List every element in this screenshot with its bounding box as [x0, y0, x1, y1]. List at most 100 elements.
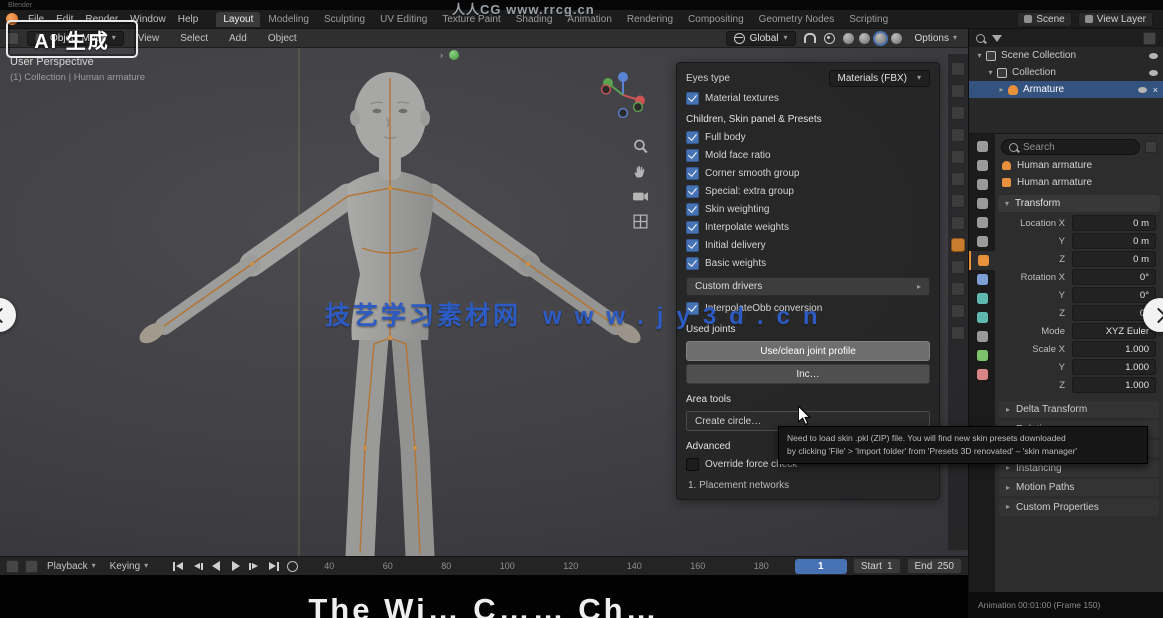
section-delta-transform[interactable]: ▸Delta Transform [999, 401, 1159, 418]
side-strip-icon[interactable] [951, 150, 965, 164]
disclosure-triangle-icon[interactable]: ▸ [995, 85, 1008, 94]
current-frame-field[interactable]: 1 [795, 559, 847, 574]
panel-button-use-clean-joint-profile[interactable]: Use/clean joint profile [686, 341, 930, 361]
filter-options-icon[interactable] [1145, 141, 1157, 153]
tab-rendering[interactable]: Rendering [620, 12, 680, 27]
panel-checkbox-corner-smooth-group[interactable]: Corner smooth group [677, 164, 939, 182]
checkbox-icon[interactable] [686, 203, 699, 216]
side-strip-icon[interactable] [951, 326, 965, 340]
field-value[interactable]: 1.000 [1072, 341, 1156, 357]
play-button[interactable] [228, 560, 243, 572]
tab-scripting[interactable]: Scripting [842, 12, 895, 27]
properties-tab-modifiers[interactable] [969, 270, 995, 289]
side-strip-icon[interactable] [951, 84, 965, 98]
field-value[interactable]: XYZ Euler [1072, 323, 1156, 339]
green-sphere-icon[interactable] [449, 50, 459, 60]
field-value[interactable]: 1.000 [1072, 359, 1156, 375]
timeline-menu-keying[interactable]: Keying▾ [107, 561, 152, 572]
side-strip-icon[interactable] [951, 194, 965, 208]
outliner-row-armature[interactable]: ▸Armature× [969, 81, 1163, 98]
field-value[interactable]: 0° [1072, 269, 1156, 285]
outliner-row-collection[interactable]: ▾Collection [969, 64, 1163, 81]
checkbox-icon[interactable] [686, 239, 699, 252]
tab-compositing[interactable]: Compositing [681, 12, 751, 27]
next-key-button[interactable] [247, 560, 262, 572]
jump-end-button[interactable] [266, 560, 281, 572]
side-strip-icon[interactable] [951, 282, 965, 296]
side-strip-icon[interactable] [951, 128, 965, 142]
viewport-menu-select[interactable]: Select [174, 32, 214, 45]
options-dropdown[interactable]: Options ▾ [910, 32, 962, 45]
field-value[interactable]: 0 m [1072, 233, 1156, 249]
field-value[interactable]: 1.000 [1072, 377, 1156, 393]
visibility-eye-icon[interactable] [1149, 70, 1158, 76]
panel-checkbox-initial-delivery[interactable]: Initial delivery [677, 236, 939, 254]
wireframe-shading-icon[interactable] [843, 33, 854, 44]
side-strip-icon[interactable] [951, 62, 965, 76]
properties-tab-object[interactable] [969, 251, 995, 270]
properties-tab-particles[interactable] [969, 289, 995, 308]
field-value[interactable]: 0° [1072, 287, 1156, 303]
panel-checkbox-skin-weighting[interactable]: Skin weighting [677, 200, 939, 218]
section-custom-properties[interactable]: ▸Custom Properties [999, 499, 1159, 516]
properties-tab-render[interactable] [969, 156, 995, 175]
checkbox-icon[interactable] [686, 458, 699, 471]
tab-layout[interactable]: Layout [216, 12, 260, 27]
checkbox-icon[interactable] [686, 131, 699, 144]
properties-tab-scene[interactable] [969, 213, 995, 232]
search-input[interactable]: Search [1001, 139, 1140, 155]
jump-start-button[interactable] [171, 560, 186, 572]
disclosure-triangle-icon[interactable]: ▾ [973, 51, 986, 60]
outliner-row-scene-collection[interactable]: ▾Scene Collection [969, 47, 1163, 64]
view-layer-selector[interactable]: View Layer [1078, 12, 1153, 27]
properties-tab-constraints[interactable] [969, 327, 995, 346]
side-strip-icon[interactable] [951, 260, 965, 274]
timeline-ruler[interactable]: 406080100120140160180 [304, 561, 789, 571]
tab-modeling[interactable]: Modeling [261, 12, 316, 27]
filter-funnel-icon[interactable] [992, 35, 1002, 42]
panel-dropdown[interactable]: Materials (FBX)▾ [829, 70, 930, 87]
expand-toolbar-icon[interactable]: › [440, 50, 443, 60]
snap-magnet-icon[interactable] [804, 33, 816, 43]
tab-uv-editing[interactable]: UV Editing [373, 12, 434, 27]
solid-shading-icon[interactable] [859, 33, 870, 44]
panel-checkbox-full-body[interactable]: Full body [677, 128, 939, 146]
properties-tab-world[interactable] [969, 232, 995, 251]
ortho-grid-icon[interactable] [632, 213, 649, 230]
viewport-menu-object[interactable]: Object [262, 32, 303, 45]
properties-tab-physics[interactable] [969, 308, 995, 327]
hand-icon[interactable] [632, 163, 649, 180]
visibility-eye-icon[interactable] [1138, 87, 1147, 93]
checkbox-icon[interactable] [686, 257, 699, 270]
panel-checkbox-interpolate-weights[interactable]: Interpolate weights [677, 218, 939, 236]
properties-tab-output[interactable] [969, 175, 995, 194]
visibility-eye-icon[interactable] [1149, 53, 1158, 59]
prev-key-button[interactable] [190, 560, 205, 572]
panel-checkbox-special-extra-group[interactable]: Special: extra group [677, 182, 939, 200]
panel-collapse-custom-drivers[interactable]: Custom drivers▸ [686, 277, 930, 296]
side-strip-icon[interactable] [951, 106, 965, 120]
scene-selector[interactable]: Scene [1017, 12, 1071, 27]
panel-checkbox-basic-weights[interactable]: Basic weights [677, 254, 939, 272]
properties-tab-object-data[interactable] [969, 346, 995, 365]
checkbox-icon[interactable] [686, 167, 699, 180]
zoom-icon[interactable] [632, 138, 649, 155]
checkbox-icon[interactable] [686, 92, 699, 105]
proportional-edit-icon[interactable] [824, 33, 835, 44]
checkbox-icon[interactable] [686, 185, 699, 198]
disclosure-triangle-icon[interactable]: ▾ [984, 68, 997, 77]
panel-button-inc[interactable]: Inc… [686, 364, 930, 384]
section-motion-paths[interactable]: ▸Motion Paths [999, 479, 1159, 496]
material-shading-icon[interactable] [875, 33, 886, 44]
properties-tab-material[interactable] [969, 365, 995, 384]
active-object-name[interactable]: Human armature [1017, 177, 1092, 188]
checkbox-icon[interactable] [686, 221, 699, 234]
tab-sculpting[interactable]: Sculpting [317, 12, 372, 27]
rendered-shading-icon[interactable] [891, 33, 902, 44]
frame-start-field[interactable]: Start 1 [853, 558, 901, 574]
timeline-menu-playback[interactable]: Playback▾ [44, 561, 99, 572]
search-icon[interactable] [976, 34, 985, 43]
play-back-button[interactable] [209, 560, 224, 572]
frame-end-field[interactable]: End 250 [907, 558, 962, 574]
navigation-gizmo[interactable] [596, 68, 650, 125]
